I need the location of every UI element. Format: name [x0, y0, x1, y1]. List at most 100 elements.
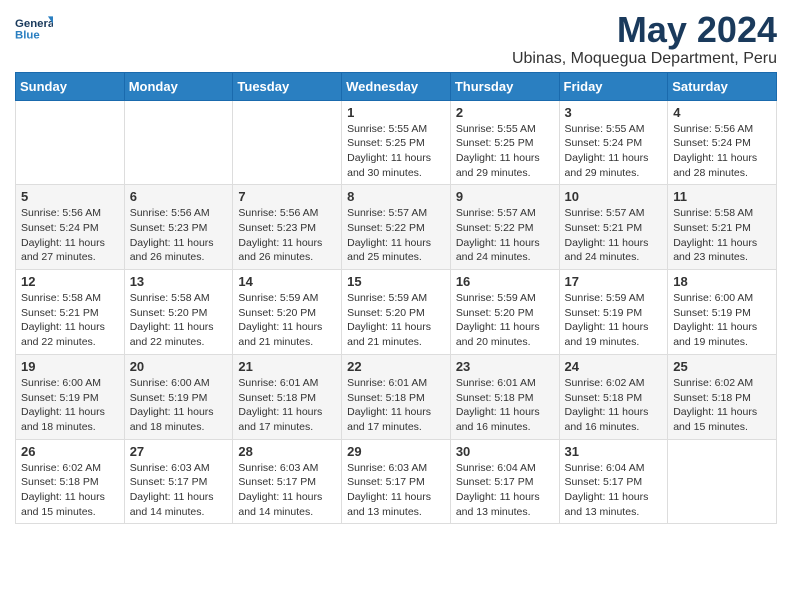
calendar-cell: 5Sunrise: 5:56 AM Sunset: 5:24 PM Daylig… [16, 185, 125, 270]
calendar-cell: 18 Sunrise: 6:00 AM Sunset: 5:19 PM Dayli… [668, 270, 777, 355]
day-info: Sunrise: 6:03 AM Sunset: 5:17 PM Dayligh… [347, 461, 445, 520]
day-info: Sunrise: 6:04 AM Sunset: 5:17 PM Dayligh… [565, 461, 663, 520]
day-info: Sunrise: 5:55 AM Sunset: 5:25 PM Dayligh… [456, 122, 554, 181]
calendar-cell: 3 Sunrise: 5:55 AM Sunset: 5:24 PM Daylig… [559, 100, 668, 185]
day-info: Sunrise: 5:57 AM Sunset: 5:22 PM Dayligh… [456, 206, 554, 265]
day-number: 30 [456, 444, 554, 459]
day-info: Sunrise: 6:00 AM Sunset: 5:19 PM Dayligh… [673, 291, 771, 350]
calendar-table: SundayMondayTuesdayWednesdayThursdayFrid… [15, 72, 777, 525]
day-info: Sunrise: 5:56 AM Sunset: 5:24 PM Dayligh… [673, 122, 771, 181]
day-info: Sunrise: 6:04 AM Sunset: 5:17 PM Dayligh… [456, 461, 554, 520]
day-number: 31 [565, 444, 663, 459]
calendar-cell: 13 Sunrise: 5:58 AM Sunset: 5:20 PM Dayli… [124, 270, 233, 355]
day-number: 8 [347, 189, 445, 204]
calendar-cell: 8Sunrise: 5:57 AM Sunset: 5:22 PM Daylig… [342, 185, 451, 270]
day-info: Sunrise: 6:01 AM Sunset: 5:18 PM Dayligh… [238, 376, 336, 435]
day-number: 13 [130, 274, 228, 289]
logo: General Blue [15, 10, 53, 48]
day-number: 18 [673, 274, 771, 289]
calendar-cell: 27Sunrise: 6:03 AM Sunset: 5:17 PM Dayli… [124, 439, 233, 524]
day-info: Sunrise: 5:55 AM Sunset: 5:24 PM Dayligh… [565, 122, 663, 181]
calendar-cell: 31 Sunrise: 6:04 AM Sunset: 5:17 PM Dayli… [559, 439, 668, 524]
day-number: 29 [347, 444, 445, 459]
header: General Blue May 2024 Ubinas, Moquegua D… [15, 10, 777, 68]
calendar-week-1: 1Sunrise: 5:55 AM Sunset: 5:25 PM Daylig… [16, 100, 777, 185]
weekday-header-thursday: Thursday [450, 72, 559, 100]
calendar-cell: 11 Sunrise: 5:58 AM Sunset: 5:21 PM Dayli… [668, 185, 777, 270]
weekday-header-tuesday: Tuesday [233, 72, 342, 100]
day-info: Sunrise: 6:02 AM Sunset: 5:18 PM Dayligh… [673, 376, 771, 435]
day-info: Sunrise: 5:56 AM Sunset: 5:23 PM Dayligh… [238, 206, 336, 265]
day-number: 15 [347, 274, 445, 289]
logo-icon: General Blue [15, 10, 53, 48]
calendar-week-3: 12 Sunrise: 5:58 AM Sunset: 5:21 PM Dayli… [16, 270, 777, 355]
day-info: Sunrise: 5:58 AM Sunset: 5:21 PM Dayligh… [21, 291, 119, 350]
day-info: Sunrise: 5:59 AM Sunset: 5:19 PM Dayligh… [565, 291, 663, 350]
svg-text:General: General [15, 18, 53, 30]
calendar-cell: 20 Sunrise: 6:00 AM Sunset: 5:19 PM Dayli… [124, 354, 233, 439]
calendar-cell [233, 100, 342, 185]
calendar-cell: 17 Sunrise: 5:59 AM Sunset: 5:19 PM Dayli… [559, 270, 668, 355]
calendar-cell: 6Sunrise: 5:56 AM Sunset: 5:23 PM Daylig… [124, 185, 233, 270]
calendar-cell: 7 Sunrise: 5:56 AM Sunset: 5:23 PM Daylig… [233, 185, 342, 270]
day-number: 7 [238, 189, 336, 204]
calendar-cell: 12 Sunrise: 5:58 AM Sunset: 5:21 PM Dayli… [16, 270, 125, 355]
calendar-cell: 4 Sunrise: 5:56 AM Sunset: 5:24 PM Daylig… [668, 100, 777, 185]
calendar-cell: 10 Sunrise: 5:57 AM Sunset: 5:21 PM Dayli… [559, 185, 668, 270]
weekday-header-sunday: Sunday [16, 72, 125, 100]
calendar-cell: 26Sunrise: 6:02 AM Sunset: 5:18 PM Dayli… [16, 439, 125, 524]
calendar-cell: 30 Sunrise: 6:04 AM Sunset: 5:17 PM Dayli… [450, 439, 559, 524]
calendar-week-4: 19Sunrise: 6:00 AM Sunset: 5:19 PM Dayli… [16, 354, 777, 439]
month-title: May 2024 [512, 10, 777, 50]
day-info: Sunrise: 5:55 AM Sunset: 5:25 PM Dayligh… [347, 122, 445, 181]
day-number: 12 [21, 274, 119, 289]
day-number: 20 [130, 359, 228, 374]
calendar-cell: 24 Sunrise: 6:02 AM Sunset: 5:18 PM Dayli… [559, 354, 668, 439]
weekday-header-wednesday: Wednesday [342, 72, 451, 100]
calendar-cell: 16Sunrise: 5:59 AM Sunset: 5:20 PM Dayli… [450, 270, 559, 355]
calendar-cell: 19Sunrise: 6:00 AM Sunset: 5:19 PM Dayli… [16, 354, 125, 439]
day-number: 17 [565, 274, 663, 289]
day-info: Sunrise: 6:00 AM Sunset: 5:19 PM Dayligh… [130, 376, 228, 435]
calendar-header: SundayMondayTuesdayWednesdayThursdayFrid… [16, 72, 777, 100]
day-info: Sunrise: 5:58 AM Sunset: 5:21 PM Dayligh… [673, 206, 771, 265]
day-number: 25 [673, 359, 771, 374]
calendar-cell: 25 Sunrise: 6:02 AM Sunset: 5:18 PM Dayli… [668, 354, 777, 439]
calendar-cell: 1Sunrise: 5:55 AM Sunset: 5:25 PM Daylig… [342, 100, 451, 185]
calendar-cell: 28 Sunrise: 6:03 AM Sunset: 5:17 PM Dayli… [233, 439, 342, 524]
day-info: Sunrise: 6:03 AM Sunset: 5:17 PM Dayligh… [238, 461, 336, 520]
day-info: Sunrise: 6:01 AM Sunset: 5:18 PM Dayligh… [347, 376, 445, 435]
day-info: Sunrise: 5:59 AM Sunset: 5:20 PM Dayligh… [456, 291, 554, 350]
svg-text:Blue: Blue [15, 30, 40, 42]
calendar-cell: 14 Sunrise: 5:59 AM Sunset: 5:20 PM Dayli… [233, 270, 342, 355]
calendar-cell [124, 100, 233, 185]
day-info: Sunrise: 5:58 AM Sunset: 5:20 PM Dayligh… [130, 291, 228, 350]
day-number: 3 [565, 105, 663, 120]
location-title: Ubinas, Moquegua Department, Peru [512, 50, 777, 68]
calendar-cell [16, 100, 125, 185]
day-info: Sunrise: 6:00 AM Sunset: 5:19 PM Dayligh… [21, 376, 119, 435]
calendar-cell: 21Sunrise: 6:01 AM Sunset: 5:18 PM Dayli… [233, 354, 342, 439]
day-info: Sunrise: 5:59 AM Sunset: 5:20 PM Dayligh… [238, 291, 336, 350]
day-number: 11 [673, 189, 771, 204]
day-number: 27 [130, 444, 228, 459]
day-info: Sunrise: 6:02 AM Sunset: 5:18 PM Dayligh… [21, 461, 119, 520]
calendar-body: 1Sunrise: 5:55 AM Sunset: 5:25 PM Daylig… [16, 100, 777, 524]
day-number: 4 [673, 105, 771, 120]
day-info: Sunrise: 6:02 AM Sunset: 5:18 PM Dayligh… [565, 376, 663, 435]
day-number: 10 [565, 189, 663, 204]
weekday-header-friday: Friday [559, 72, 668, 100]
calendar-cell [668, 439, 777, 524]
day-info: Sunrise: 6:01 AM Sunset: 5:18 PM Dayligh… [456, 376, 554, 435]
calendar-week-5: 26Sunrise: 6:02 AM Sunset: 5:18 PM Dayli… [16, 439, 777, 524]
day-number: 28 [238, 444, 336, 459]
calendar-cell: 23 Sunrise: 6:01 AM Sunset: 5:18 PM Dayli… [450, 354, 559, 439]
day-number: 5 [21, 189, 119, 204]
day-number: 6 [130, 189, 228, 204]
day-info: Sunrise: 5:57 AM Sunset: 5:21 PM Dayligh… [565, 206, 663, 265]
weekday-header-monday: Monday [124, 72, 233, 100]
day-number: 23 [456, 359, 554, 374]
day-number: 14 [238, 274, 336, 289]
day-number: 24 [565, 359, 663, 374]
page-container: General Blue May 2024 Ubinas, Moquegua D… [0, 0, 792, 534]
